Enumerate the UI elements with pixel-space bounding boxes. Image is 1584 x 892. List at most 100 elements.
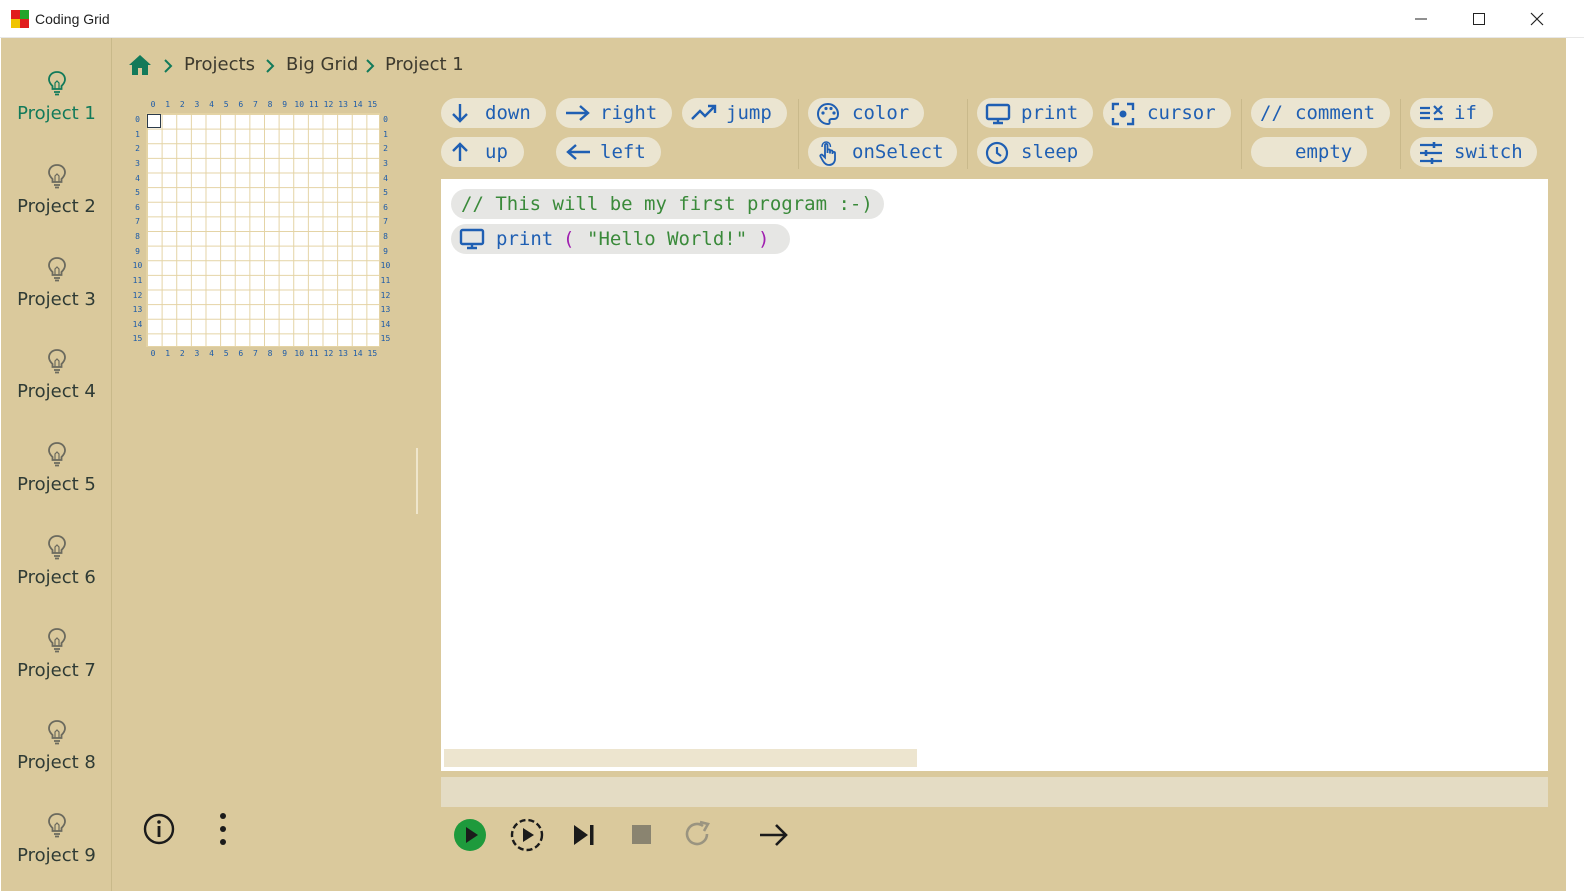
breadcrumb-projects[interactable]: Projects	[184, 54, 255, 75]
grid-row-label: 12	[132, 290, 143, 300]
grid-column-label: 8	[267, 100, 273, 109]
jump-block[interactable]: jump	[682, 98, 787, 128]
sidebar-item-project-7[interactable]: Project 7	[1, 627, 112, 713]
grid-column-label: 13	[338, 100, 348, 109]
output-console	[441, 777, 1548, 807]
sidebar-item-project-1[interactable]: Project 1	[1, 70, 112, 156]
print-statement[interactable]: print ( "Hello World!" )	[451, 224, 790, 254]
print-keyword: print	[496, 228, 554, 250]
close-button[interactable]	[1514, 0, 1560, 38]
grid-column-label: 8	[267, 349, 273, 358]
window-title: Coding Grid	[35, 11, 110, 27]
grid-column-label: 1	[165, 100, 171, 109]
onselect-block[interactable]: onSelect	[808, 137, 957, 167]
color-block[interactable]: color	[808, 98, 924, 128]
grid-column-label: 7	[252, 349, 258, 358]
touch-icon	[819, 141, 836, 166]
sidebar-item-label: Project 6	[17, 567, 96, 588]
lightbulb-icon	[48, 813, 66, 838]
app-icon	[11, 10, 29, 28]
down-block[interactable]: down	[441, 98, 546, 128]
arrow-up-icon	[452, 142, 468, 161]
grid-row-label: 4	[135, 173, 140, 183]
grid-column-label: 12	[323, 100, 334, 109]
grid-row-label: 11	[380, 275, 391, 285]
grid-column-label: 9	[282, 349, 288, 358]
grid-row-label: 15	[380, 334, 391, 344]
if-block[interactable]: if	[1410, 98, 1493, 128]
grid-row-label: 4	[383, 173, 388, 183]
pane-splitter[interactable]	[416, 448, 418, 514]
lightbulb-icon	[48, 349, 66, 374]
grid-row-label: 13	[380, 305, 391, 315]
arrow-right-icon[interactable]	[756, 817, 792, 853]
breadcrumb-big-grid[interactable]: Big Grid	[286, 54, 358, 75]
empty-block[interactable]: empty	[1251, 137, 1367, 167]
chevron-right-icon	[365, 58, 375, 77]
sidebar-item-label: Project 1	[17, 103, 96, 124]
lightbulb-icon	[48, 71, 66, 96]
sidebar-item-project-4[interactable]: Project 4	[1, 348, 112, 434]
more-vertical-icon[interactable]	[206, 812, 240, 846]
grid-column-label: 15	[367, 349, 378, 358]
maximize-button[interactable]	[1456, 0, 1502, 38]
grid-row-label: 5	[383, 188, 388, 198]
sidebar-item-label: Project 3	[17, 289, 96, 310]
grid-row-label: 8	[135, 232, 140, 241]
tune-icon	[1420, 142, 1442, 164]
horizontal-scrollbar[interactable]	[444, 749, 917, 767]
arrow-down-icon	[452, 104, 468, 123]
right-block[interactable]: right	[556, 98, 672, 128]
string-argument[interactable]: "Hello World!"	[587, 228, 747, 250]
sidebar-item-project-6[interactable]: Project 6	[1, 534, 112, 620]
sidebar-item-project-8[interactable]: Project 8	[1, 719, 112, 805]
code-editor[interactable]: // This will be my first program :-) pri…	[441, 179, 1548, 771]
grid-column-label: 2	[179, 349, 185, 358]
sidebar-item-project-2[interactable]: Project 2	[1, 163, 112, 249]
grid-column-label: 14	[352, 100, 363, 109]
arrow-left-icon	[566, 144, 590, 160]
sleep-block[interactable]: sleep	[977, 137, 1093, 167]
minimize-button[interactable]	[1398, 0, 1444, 38]
grid-row-label: 12	[380, 290, 391, 300]
lightbulb-icon	[48, 164, 66, 189]
grid-row-label: 8	[383, 232, 388, 241]
restart-icon[interactable]	[680, 817, 716, 853]
grid-column-label: 13	[338, 349, 348, 358]
grid-canvas[interactable]	[146, 113, 380, 347]
grid-row-label: 3	[383, 158, 388, 168]
cursor-block[interactable]: cursor	[1103, 98, 1231, 128]
grid-row-label: 10	[132, 261, 143, 271]
sidebar-item-project-3[interactable]: Project 3	[1, 256, 112, 342]
sidebar-item-project-9[interactable]: Project 9	[1, 812, 112, 892]
grid-row-label: 1	[135, 129, 140, 139]
stop-icon[interactable]	[623, 817, 659, 853]
grid-row-label: 2	[383, 144, 388, 154]
step-next-icon[interactable]	[566, 817, 602, 853]
left-block[interactable]: left	[556, 137, 661, 167]
grid-column-label: 14	[352, 349, 363, 358]
grid-row-label: 6	[383, 202, 388, 212]
comment-statement[interactable]: // This will be my first program :-)	[451, 189, 884, 219]
grid-row-label: 14	[132, 319, 143, 329]
trending-up-icon	[691, 104, 717, 120]
comment-block[interactable]: // comment	[1251, 98, 1390, 128]
print-block[interactable]: print	[977, 98, 1093, 128]
step-run-icon[interactable]	[509, 817, 545, 853]
info-icon[interactable]	[142, 812, 176, 846]
run-icon[interactable]	[452, 817, 488, 853]
sidebar-item-label: Project 5	[17, 474, 96, 495]
up-block[interactable]: up	[441, 137, 524, 167]
lightbulb-icon	[48, 720, 66, 745]
grid-column-label: 3	[194, 100, 200, 109]
grid-column-label: 1	[165, 349, 171, 358]
switch-block[interactable]: switch	[1410, 137, 1537, 167]
home-icon[interactable]	[127, 53, 153, 77]
sidebar-item-project-5[interactable]: Project 5	[1, 441, 112, 527]
sidebar-item-label: Project 2	[17, 196, 96, 217]
palette-divider	[967, 99, 968, 169]
grid-column-label: 4	[209, 100, 214, 109]
grid-row-label: 14	[380, 319, 391, 329]
grid-column-label: 11	[309, 100, 319, 109]
grid-cursor	[146, 113, 161, 128]
